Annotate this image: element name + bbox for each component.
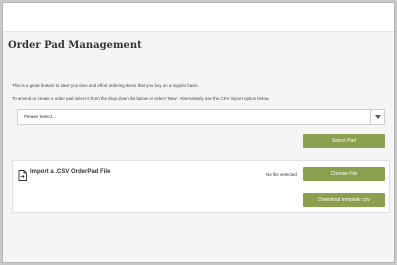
- top-bar: [3, 3, 394, 32]
- intro-text-2: To amend or create a order pad select it…: [12, 96, 270, 101]
- order-pad-select-value: Please Select...: [24, 114, 56, 119]
- choose-file-button[interactable]: Choose File: [303, 167, 385, 181]
- select-pad-button[interactable]: Select Pad: [303, 134, 385, 148]
- order-pad-select[interactable]: Please Select...: [17, 109, 385, 125]
- page-title: Order Pad Management: [8, 40, 142, 51]
- file-status: No file selected: [266, 172, 297, 177]
- chevron-down-icon[interactable]: [370, 110, 384, 124]
- file-import-icon: [18, 168, 27, 181]
- download-template-button[interactable]: Download template csv: [303, 193, 385, 207]
- import-title: Import a .CSV OrderPad File: [30, 169, 111, 175]
- intro-text-1: This is a great feature to save you time…: [12, 83, 199, 88]
